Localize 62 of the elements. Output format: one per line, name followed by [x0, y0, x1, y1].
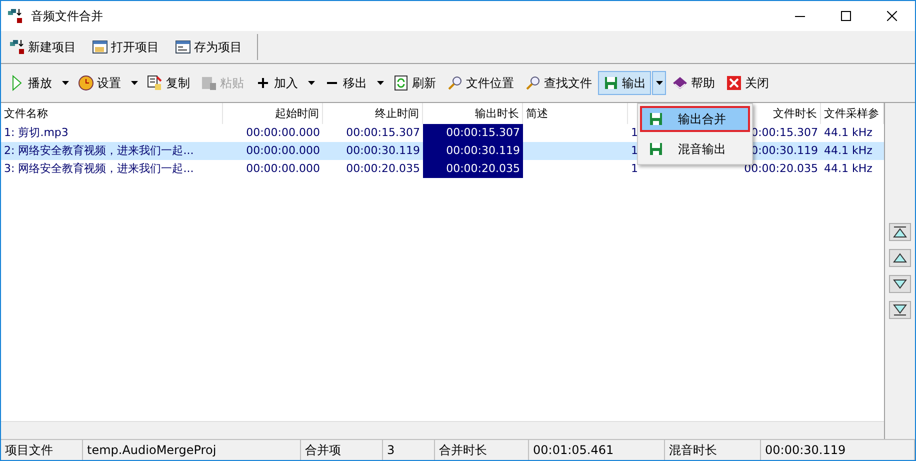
move-bottom-button[interactable]	[889, 301, 911, 319]
caret-icon	[62, 81, 68, 85]
paste-icon	[201, 75, 217, 91]
toolbar-button[interactable]: 查找文件	[520, 71, 597, 95]
table-cell: 00:00:15.307	[423, 124, 523, 142]
plus-icon	[255, 75, 271, 91]
folder-window-icon	[92, 39, 108, 55]
move-top-button[interactable]	[889, 223, 911, 241]
boxes-icon	[9, 39, 25, 55]
status-text: 合并时长	[435, 440, 529, 460]
move-up-icon	[893, 252, 907, 264]
status-text: 3	[383, 440, 435, 460]
dropdown-button[interactable]	[652, 71, 666, 95]
toolbar-button[interactable]: 加入	[250, 71, 303, 95]
move-down-button[interactable]	[889, 275, 911, 293]
search-icon	[525, 75, 541, 91]
status-text: 项目文件	[1, 440, 83, 460]
clock-icon	[78, 75, 94, 91]
toolbar-button[interactable]: 移出	[319, 71, 372, 95]
caret-icon	[656, 81, 662, 85]
search-icon	[447, 75, 463, 91]
table-cell: 00:00:00.000	[223, 142, 323, 160]
toolbar-button[interactable]: 文件位置	[442, 71, 519, 95]
close-icon	[726, 75, 742, 91]
status-text: 00:01:05.461	[529, 440, 665, 460]
refresh-icon	[393, 75, 409, 91]
toolbar-button[interactable]: 复制	[142, 71, 195, 95]
close-icon	[887, 11, 897, 21]
toolbar-button[interactable]: 设置	[73, 71, 126, 95]
table-cell: 00:00:20.035	[423, 160, 523, 178]
caret-icon	[308, 81, 314, 85]
caret-icon	[376, 81, 384, 85]
toolbar-button[interactable]: 刷新	[388, 71, 441, 95]
table-cell: 44.1 kHz	[821, 142, 884, 160]
move-bottom-icon	[893, 304, 907, 316]
toolbar-button[interactable]: 关闭	[721, 71, 774, 95]
toolbar-button[interactable]: 打开项目	[87, 35, 164, 59]
status-text: temp.AudioMergeProj	[83, 440, 301, 460]
horizontal-scrollbar[interactable]	[1, 421, 884, 439]
table-cell: 00:00:30.119	[423, 142, 523, 160]
move-up-button[interactable]	[889, 249, 911, 267]
boxes-icon	[7, 8, 23, 24]
caret-icon	[130, 81, 138, 85]
window-title: 音频文件合并	[31, 8, 103, 24]
toolbar-button[interactable]: 输出	[598, 71, 651, 95]
form-window-icon	[175, 39, 191, 55]
copy-icon	[147, 75, 163, 91]
minus-icon	[327, 82, 337, 84]
status-text: 合并项	[301, 440, 383, 460]
toolbar-button[interactable]: 新建项目	[4, 35, 81, 59]
toolbar-button[interactable]: 帮助	[667, 71, 720, 95]
toolbar-button[interactable]: 播放	[4, 71, 57, 95]
move-top-icon	[893, 226, 907, 238]
book-icon	[672, 75, 688, 91]
move-down-icon	[893, 278, 907, 290]
table-cell: 00:00:30.119	[323, 142, 423, 160]
status-text: 混音时长	[665, 440, 761, 460]
menu-item[interactable]: 输出合并	[640, 106, 750, 132]
maximize-icon	[841, 11, 851, 21]
toolbar-button[interactable]: 存为项目	[170, 35, 247, 59]
table-cell: 2: 网络安全教育视频，进来我们一起...	[1, 142, 223, 160]
status-text: 00:00:30.119	[761, 440, 915, 460]
